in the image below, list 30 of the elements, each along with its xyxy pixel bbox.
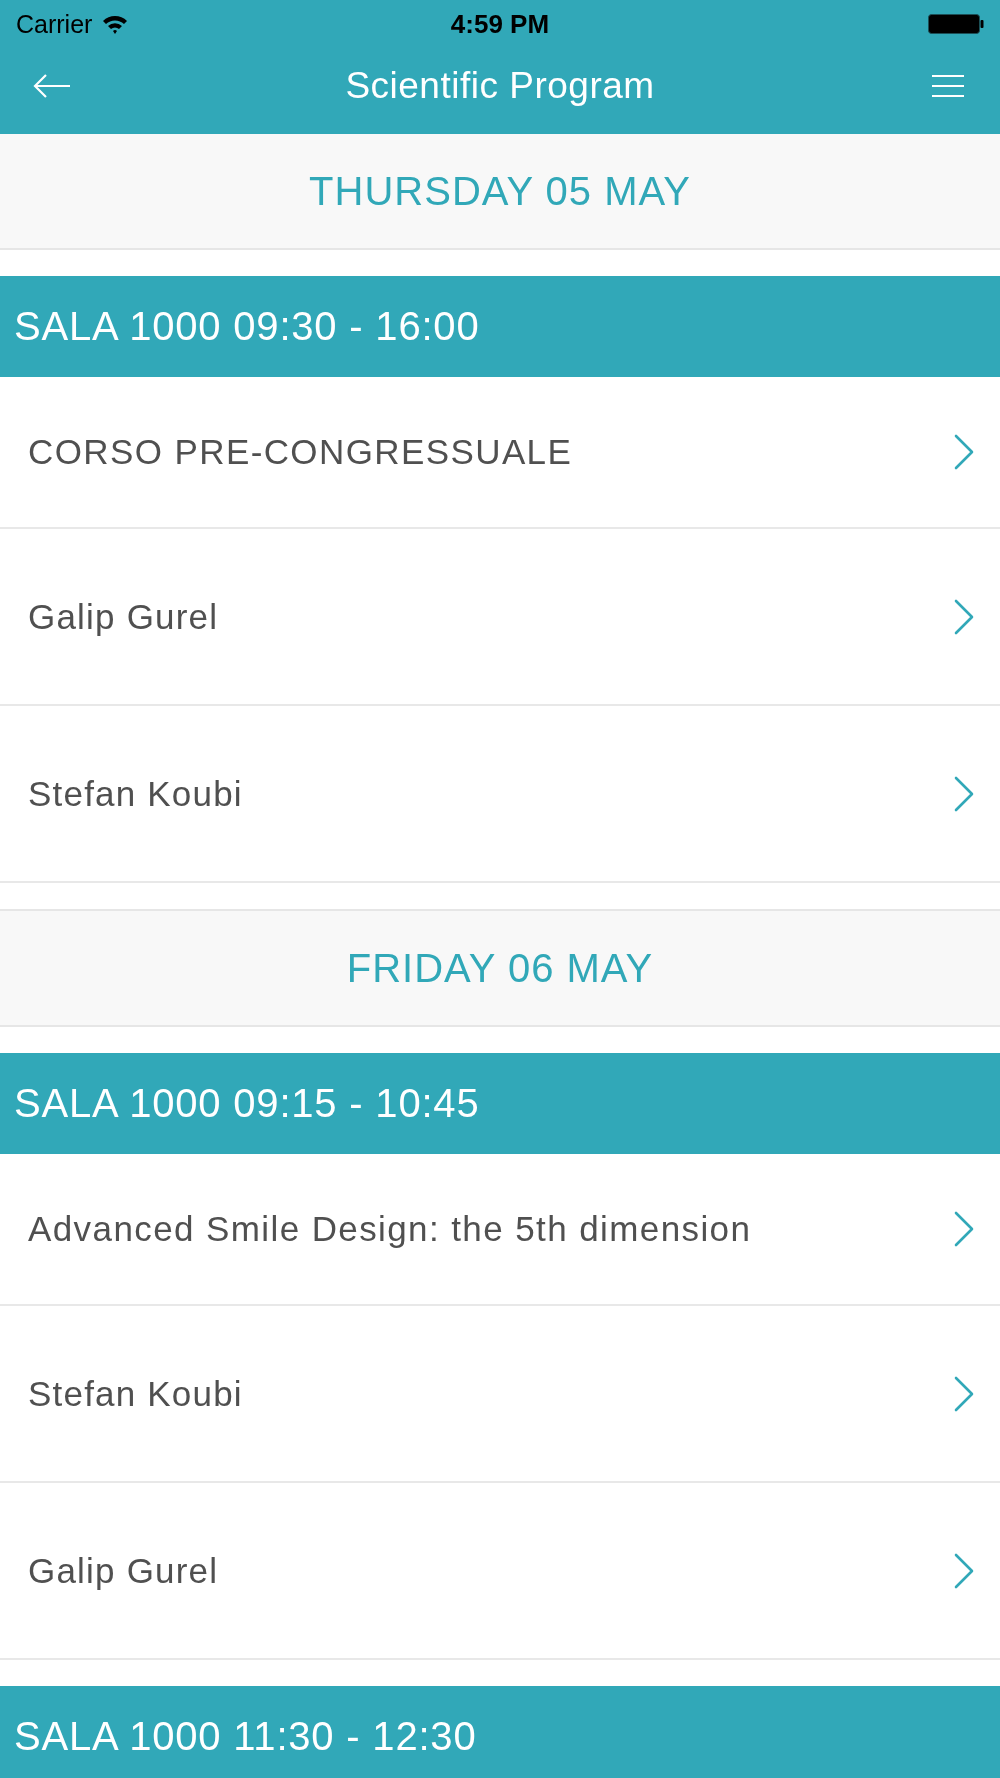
wifi-icon	[102, 14, 129, 34]
session-label: SALA 1000 09:30 - 16:00	[14, 304, 480, 349]
session-label: SALA 1000 09:15 - 10:45	[14, 1081, 480, 1126]
chevron-right-icon	[954, 1552, 974, 1589]
session-label: SALA 1000 11:30 - 12:30	[14, 1714, 477, 1759]
chevron-right-icon	[954, 1375, 974, 1412]
battery-icon	[928, 14, 984, 34]
session-title: Advanced Smile Design: the 5th dimension	[28, 1209, 752, 1249]
session-title-row[interactable]: CORSO PRE-CONGRESSUALE	[0, 377, 1000, 529]
page-title: Scientific Program	[344, 65, 656, 107]
speaker-row[interactable]: Galip Gurel	[0, 1483, 1000, 1660]
speaker-row[interactable]: Stefan Koubi	[0, 1306, 1000, 1483]
session-title-row[interactable]: Advanced Smile Design: the 5th dimension	[0, 1154, 1000, 1306]
session-title: CORSO PRE-CONGRESSUALE	[28, 432, 573, 472]
speaker-name: Galip Gurel	[28, 596, 219, 637]
day-label: FRIDAY 06 MAY	[346, 945, 654, 991]
back-arrow-icon	[33, 74, 71, 98]
status-time: 4:59 PM	[450, 8, 550, 40]
speaker-row[interactable]: Stefan Koubi	[0, 706, 1000, 883]
menu-icon	[932, 75, 964, 97]
chevron-right-icon	[954, 1211, 974, 1247]
speaker-name: Stefan Koubi	[28, 773, 243, 814]
speaker-name: Galip Gurel	[28, 1550, 219, 1591]
chevron-right-icon	[954, 598, 974, 635]
speaker-row[interactable]: Galip Gurel	[0, 529, 1000, 706]
carrier-name: Carrier	[16, 9, 93, 39]
chevron-right-icon	[954, 775, 974, 812]
day-label: THURSDAY 05 MAY	[309, 168, 691, 214]
chevron-right-icon	[954, 434, 974, 470]
speaker-name: Stefan Koubi	[28, 1373, 243, 1414]
